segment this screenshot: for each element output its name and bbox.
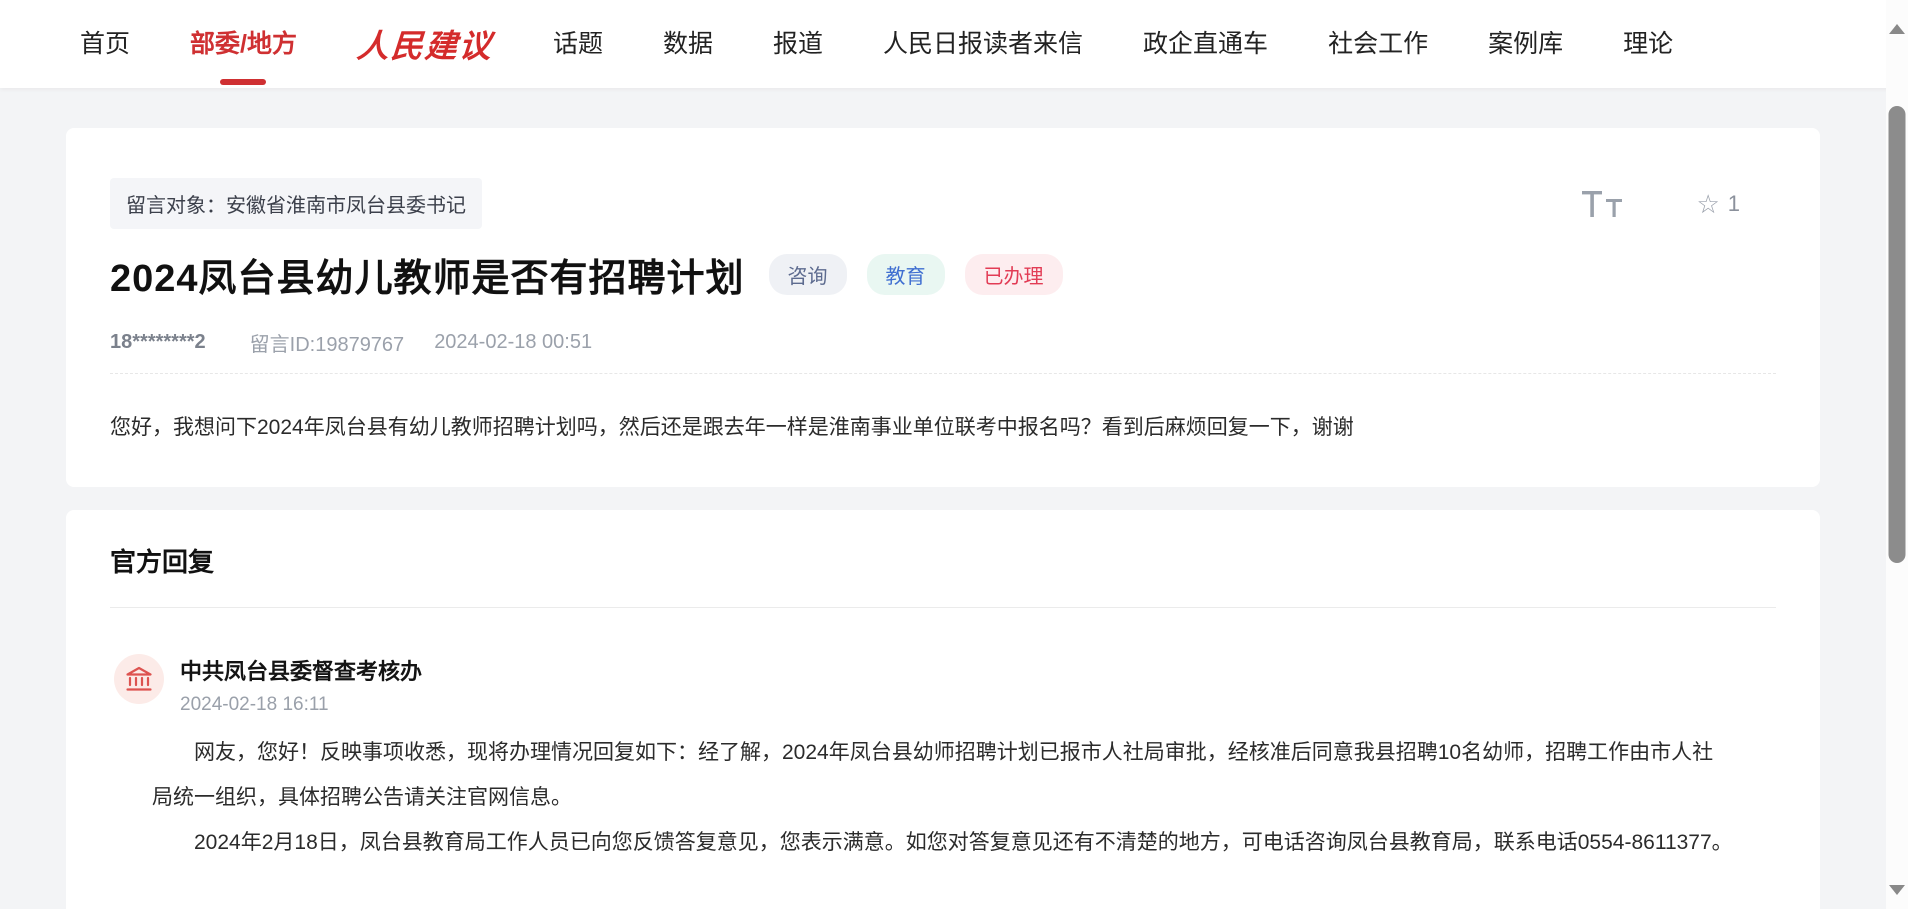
avatar [114, 654, 164, 704]
reply-body: 网友，您好！反映事项收悉，现将办理情况回复如下：经了解，2024年凤台县幼师招聘… [152, 730, 1734, 865]
nav-item-theory[interactable]: 理论 [1623, 0, 1673, 88]
star-count: 1 [1728, 191, 1740, 217]
agency-name: 中共凤台县委督查考核办 [180, 654, 422, 686]
scrollbar-down-arrow-icon[interactable] [1889, 885, 1905, 895]
message-actions: ☆ 1 [1582, 189, 1740, 219]
badge-type: 咨询 [769, 254, 847, 295]
message-id: 留言ID:19879767 [250, 328, 405, 357]
nav-item-home[interactable]: 首页 [80, 0, 130, 88]
message-topbar: 留言对象：安徽省淮南市凤台县委书记 ☆ 1 [110, 178, 1776, 229]
reply-paragraph: 2024年2月18日，凤台县教育局工作人员已向您反馈答复意见，您表示满意。如您对… [152, 820, 1734, 865]
favorite-button[interactable]: ☆ 1 [1696, 191, 1740, 217]
message-title-row: 2024凤台县幼儿教师是否有招聘计划 咨询 教育 已办理 [110, 247, 1776, 302]
user-masked-phone: 18********2 [110, 331, 206, 354]
reply-paragraph: 网友，您好！反映事项收悉，现将办理情况回复如下：经了解，2024年凤台县幼师招聘… [152, 730, 1734, 820]
message-timestamp: 2024-02-18 00:51 [434, 331, 592, 354]
vertical-scrollbar[interactable] [1886, 0, 1908, 909]
badge-status: 已办理 [965, 254, 1063, 295]
government-building-icon [125, 666, 153, 692]
star-icon: ☆ [1696, 191, 1719, 217]
message-body: 您好，我想问下2024年凤台县有幼儿教师招聘计划吗，然后还是跟去年一样是淮南事业… [110, 410, 1776, 446]
message-badges: 咨询 教育 已办理 [769, 254, 1063, 295]
badge-category: 教育 [867, 254, 945, 295]
meta-divider [110, 373, 1776, 374]
reply-divider [110, 607, 1776, 608]
message-meta-row: 18********2 留言ID:19879767 2024-02-18 00:… [110, 328, 1776, 357]
renmin-jianyi-logo[interactable]: 人民建议 [355, 21, 494, 67]
nav-item-ministries-local[interactable]: 部委/地方 [190, 0, 297, 88]
official-reply-card: 官方回复 中共凤台县委督查考核办 2024-02-18 16:11 网友，您好！… [66, 510, 1820, 909]
reply-header: 中共凤台县委督查考核办 2024-02-18 16:11 [114, 654, 1776, 716]
active-tab-underline [220, 79, 266, 85]
reply-section-title: 官方回复 [110, 542, 1776, 579]
nav-item-gov-enterprise[interactable]: 政企直通车 [1143, 0, 1268, 88]
font-size-icon[interactable] [1582, 189, 1624, 219]
scrollbar-up-arrow-icon[interactable] [1889, 24, 1905, 34]
top-navigation: 首页 部委/地方 人民建议 话题 数据 报道 人民日报读者来信 政企直通车 社会… [0, 0, 1908, 88]
message-card: 留言对象：安徽省淮南市凤台县委书记 ☆ 1 2024凤台县幼儿教师是否有招聘计划… [66, 128, 1820, 487]
nav-item-topics[interactable]: 话题 [553, 0, 603, 88]
nav-item-social-work[interactable]: 社会工作 [1328, 0, 1428, 88]
reply-timestamp: 2024-02-18 16:11 [180, 694, 422, 716]
nav-item-label: 部委/地方 [190, 30, 297, 58]
message-title: 2024凤台县幼儿教师是否有招聘计划 [110, 247, 745, 302]
reply-header-text: 中共凤台县委督查考核办 2024-02-18 16:11 [180, 654, 422, 716]
nav-item-readers-letters[interactable]: 人民日报读者来信 [883, 0, 1083, 88]
nav-item-reports[interactable]: 报道 [773, 0, 823, 88]
scrollbar-thumb[interactable] [1889, 106, 1906, 563]
message-target-tag: 留言对象：安徽省淮南市凤台县委书记 [110, 178, 482, 229]
nav-item-data[interactable]: 数据 [663, 0, 713, 88]
nav-item-case-library[interactable]: 案例库 [1488, 0, 1563, 88]
